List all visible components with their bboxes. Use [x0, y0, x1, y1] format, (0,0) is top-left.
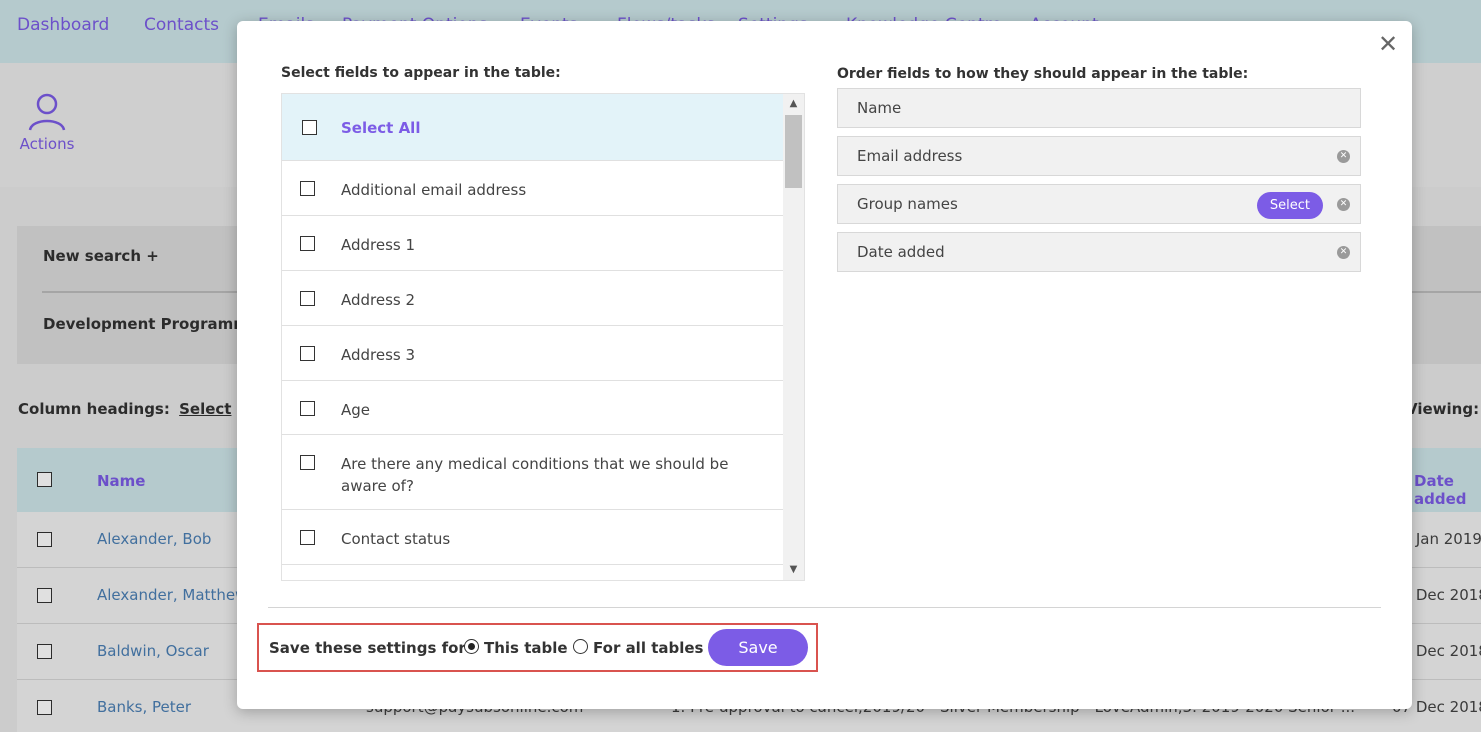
order-item-label: Email address: [857, 147, 963, 165]
order-item-label: Date added: [857, 243, 945, 261]
select-fields-title: Select fields to appear in the table:: [281, 65, 561, 81]
remove-icon[interactable]: ✕: [1337, 150, 1350, 163]
field-checkbox[interactable]: [300, 401, 315, 416]
scroll-down-icon[interactable]: ▼: [783, 561, 804, 579]
this-table-label[interactable]: This table: [484, 639, 568, 657]
order-item-date-added[interactable]: Date added ✕: [837, 232, 1361, 272]
list-item[interactable]: Contact status: [282, 510, 785, 565]
remove-icon[interactable]: ✕: [1337, 246, 1350, 259]
remove-icon[interactable]: ✕: [1337, 198, 1350, 211]
all-tables-radio[interactable]: [573, 639, 588, 654]
list-item[interactable]: Age: [282, 381, 785, 435]
field-label: Contact status: [341, 530, 451, 548]
order-item-label: Group names: [857, 195, 958, 213]
field-label: Address 1: [341, 236, 416, 254]
list-item[interactable]: Are there any medical conditions that we…: [282, 435, 785, 510]
modal-divider: [268, 607, 1381, 608]
order-item-group-names[interactable]: Group names Select ✕: [837, 184, 1361, 224]
field-label: Address 3: [341, 346, 416, 364]
field-label: Address 2: [341, 291, 416, 309]
order-item-name[interactable]: Name: [837, 88, 1361, 128]
save-settings-bar: Save these settings for: This table For …: [257, 623, 818, 672]
order-fields-list: Name Email address ✕ Group names Select …: [837, 88, 1361, 280]
field-checkbox[interactable]: [300, 236, 315, 251]
field-checkbox[interactable]: [300, 530, 315, 545]
select-all-item[interactable]: Select All: [282, 94, 785, 161]
field-label: Additional email address: [341, 181, 527, 199]
field-label: Age: [341, 401, 371, 419]
save-button[interactable]: Save: [708, 629, 808, 666]
select-all-label: Select All: [341, 119, 421, 137]
list-item[interactable]: Additional email address: [282, 161, 785, 216]
column-settings-modal: ✕ Select fields to appear in the table: …: [237, 21, 1412, 709]
close-icon[interactable]: ✕: [1375, 31, 1401, 57]
field-list-scrollbar[interactable]: ▲ ▼: [783, 94, 804, 580]
field-checkbox[interactable]: [300, 455, 315, 470]
scroll-up-icon[interactable]: ▲: [783, 95, 804, 113]
order-fields-title: Order fields to how they should appear i…: [837, 66, 1249, 82]
list-item[interactable]: Address 2: [282, 271, 785, 326]
select-all-checkbox[interactable]: [302, 120, 317, 135]
scrollbar-thumb[interactable]: [785, 115, 802, 188]
save-settings-label: Save these settings for:: [269, 639, 472, 657]
field-checkbox[interactable]: [300, 291, 315, 306]
order-item-email-address[interactable]: Email address ✕: [837, 136, 1361, 176]
field-checkbox[interactable]: [300, 181, 315, 196]
group-select-button[interactable]: Select: [1256, 192, 1323, 219]
this-table-radio[interactable]: [464, 639, 479, 654]
order-item-label: Name: [857, 99, 902, 117]
field-label: Are there any medical conditions that we…: [341, 455, 729, 495]
list-item[interactable]: Address 3: [282, 326, 785, 381]
field-checkbox[interactable]: [300, 346, 315, 361]
field-list: Select All Additional email address Addr…: [281, 93, 805, 581]
all-tables-label[interactable]: For all tables: [593, 639, 703, 657]
list-item[interactable]: Address 1: [282, 216, 785, 271]
